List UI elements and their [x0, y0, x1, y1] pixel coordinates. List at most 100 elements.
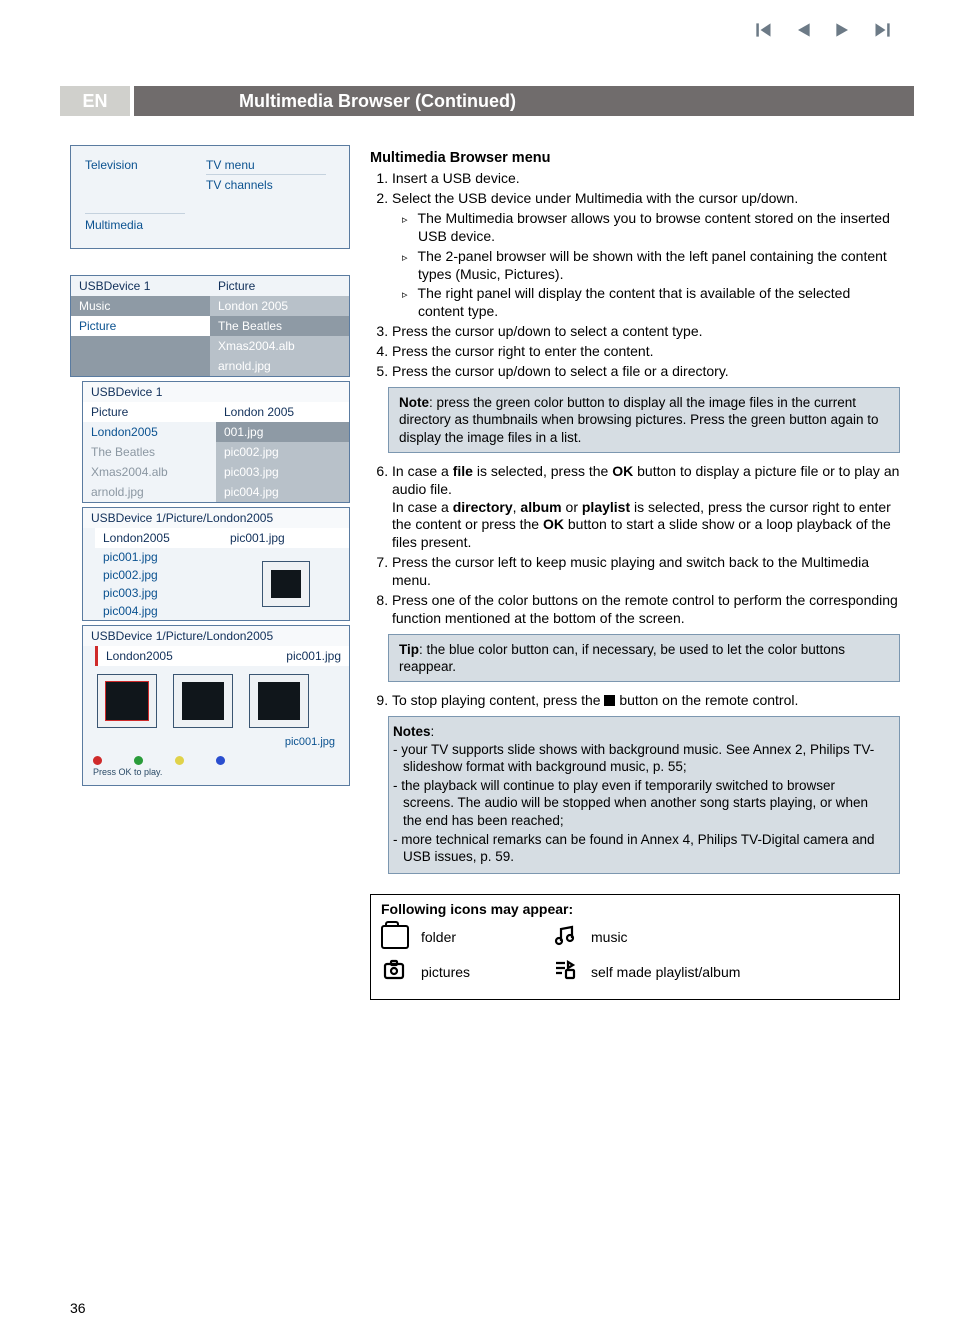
s6a: In case a — [392, 463, 453, 479]
icons-legend: Following icons may appear: folder music… — [370, 894, 900, 1000]
s6f: In case a — [392, 499, 453, 515]
label-multimedia: Multimedia — [85, 213, 185, 232]
step-6: In case a file is selected, press the OK… — [392, 463, 900, 553]
p3-thumb — [262, 561, 310, 607]
icons-title: Following icons may appear: — [381, 901, 889, 917]
tip-box: Tip: the blue color button can, if neces… — [388, 634, 900, 683]
section-heading: Multimedia Browser menu — [370, 150, 900, 166]
browser-panel-4: USBDevice 1/Picture/London2005 London200… — [82, 625, 350, 786]
p2-004[interactable]: pic004.jpg — [216, 482, 349, 502]
red-button-icon[interactable] — [93, 756, 102, 765]
blue-button-icon[interactable] — [216, 756, 225, 765]
p3-l1[interactable]: pic001.jpg — [95, 548, 222, 566]
browser-panel-2: USBDevice 1 Picture London 2005 London20… — [82, 381, 350, 503]
p2-002[interactable]: pic002.jpg — [216, 442, 349, 462]
p1-usb: USBDevice 1 — [71, 276, 210, 296]
folder-icon — [381, 925, 409, 949]
steps-list-3: To stop playing content, press the butto… — [370, 692, 900, 710]
p2-001[interactable]: 001.jpg — [216, 422, 349, 442]
icon-label-pictures: pictures — [421, 964, 551, 980]
step-8: Press one of the color buttons on the re… — [392, 592, 900, 628]
p2-london[interactable]: London 2005 — [216, 402, 349, 422]
p2-beatles[interactable]: The Beatles — [83, 442, 216, 462]
p1-beatles[interactable]: The Beatles — [210, 316, 349, 336]
play-back-icon[interactable] — [792, 20, 814, 43]
tv-menu-box: Television TV menu TV channels Multimedi… — [70, 145, 350, 249]
s6g: directory — [453, 499, 513, 515]
music-icon — [551, 923, 591, 950]
p4-pic001[interactable]: pic001.jpg — [222, 646, 349, 666]
step-7: Press the cursor left to keep music play… — [392, 554, 900, 590]
s6i: album — [520, 499, 561, 515]
p4-london[interactable]: London2005 — [95, 646, 222, 666]
s6j: or — [562, 499, 582, 515]
p3-l4[interactable]: pic004.jpg — [95, 602, 222, 620]
icon-label-folder: folder — [421, 929, 551, 945]
p1-picture-head: Picture — [210, 276, 349, 296]
p1-blank2 — [71, 356, 210, 376]
yellow-button-icon[interactable] — [175, 756, 184, 765]
p3-pic001[interactable]: pic001.jpg — [222, 528, 349, 548]
steps-list-2: In case a file is selected, press the OK… — [370, 463, 900, 628]
s6b: file — [453, 463, 473, 479]
p4-hint: Press OK to play. — [83, 765, 349, 785]
step-2c: The right panel will display the content… — [402, 285, 900, 321]
p3-london[interactable]: London2005 — [95, 528, 222, 548]
p2-xmas[interactable]: Xmas2004.alb — [83, 462, 216, 482]
p1-arnold[interactable]: arnold.jpg — [210, 356, 349, 376]
step-2-text: Select the USB device under Multimedia w… — [392, 190, 798, 206]
step-5: Press the cursor up/down to select a fil… — [392, 363, 900, 381]
language-badge: EN — [60, 86, 130, 116]
p2-picture[interactable]: Picture — [83, 402, 216, 422]
playlist-icon — [551, 958, 591, 985]
p2-003[interactable]: pic003.jpg — [216, 462, 349, 482]
p4-thumb-3[interactable] — [249, 674, 309, 728]
step-2: Select the USB device under Multimedia w… — [392, 190, 900, 321]
p1-blank — [71, 336, 210, 356]
p1-music[interactable]: Music — [71, 296, 210, 316]
p3-breadcrumb: USBDevice 1/Picture/London2005 — [83, 508, 281, 528]
icon-label-music: music — [591, 929, 889, 945]
step-9: To stop playing content, press the butto… — [392, 692, 900, 710]
p2-usb: USBDevice 1 — [83, 382, 216, 402]
p3-l3[interactable]: pic003.jpg — [95, 584, 222, 602]
s6k: playlist — [582, 499, 630, 515]
p3-l2[interactable]: pic002.jpg — [95, 566, 222, 584]
note-1: - your TV supports slide shows with back… — [393, 741, 889, 776]
skip-back-icon[interactable] — [752, 20, 774, 43]
p2-london2005[interactable]: London2005 — [83, 422, 216, 442]
p4-thumb-1[interactable] — [97, 674, 157, 728]
step-2a: The Multimedia browser allows you to bro… — [402, 210, 900, 246]
step-2b: The 2-panel browser will be shown with t… — [402, 248, 900, 284]
note-box: Note: press the green color button to di… — [388, 387, 900, 453]
p1-picture[interactable]: Picture — [71, 316, 210, 336]
s9b: button on the remote control. — [615, 692, 798, 708]
s6c: is selected, press the — [473, 463, 612, 479]
steps-list: Insert a USB device. Select the USB devi… — [370, 170, 900, 381]
p2-arnold[interactable]: arnold.jpg — [83, 482, 216, 502]
play-forward-icon[interactable] — [832, 20, 854, 43]
green-button-icon[interactable] — [134, 756, 143, 765]
stop-icon — [604, 695, 615, 706]
step-3: Press the cursor up/down to select a con… — [392, 323, 900, 341]
p1-london[interactable]: London 2005 — [210, 296, 349, 316]
note-2: - the playback will continue to play eve… — [393, 777, 889, 829]
browser-panel-3: USBDevice 1/Picture/London2005 London200… — [82, 507, 350, 621]
step-4: Press the cursor right to enter the cont… — [392, 343, 900, 361]
transport-controls — [752, 20, 894, 43]
p1-xmas[interactable]: Xmas2004.alb — [210, 336, 349, 356]
pictures-icon — [381, 958, 421, 985]
page-title: Multimedia Browser (Continued) — [239, 91, 516, 112]
skip-forward-icon[interactable] — [872, 20, 894, 43]
p4-breadcrumb: USBDevice 1/Picture/London2005 — [83, 626, 281, 646]
notes-box: Notes: - your TV supports slide shows wi… — [388, 716, 900, 874]
note-3: - more technical remarks can be found in… — [393, 831, 889, 866]
label-television: Television — [85, 158, 138, 172]
p4-thumb-label: pic001.jpg — [83, 736, 349, 752]
s6d: OK — [612, 463, 633, 479]
p4-thumb-2[interactable] — [173, 674, 233, 728]
notes-title: Notes — [393, 724, 431, 739]
p2-blank — [216, 382, 349, 402]
step-1: Insert a USB device. — [392, 170, 900, 188]
browser-panel-1: USBDevice 1 Picture Music London 2005 Pi… — [70, 275, 350, 377]
